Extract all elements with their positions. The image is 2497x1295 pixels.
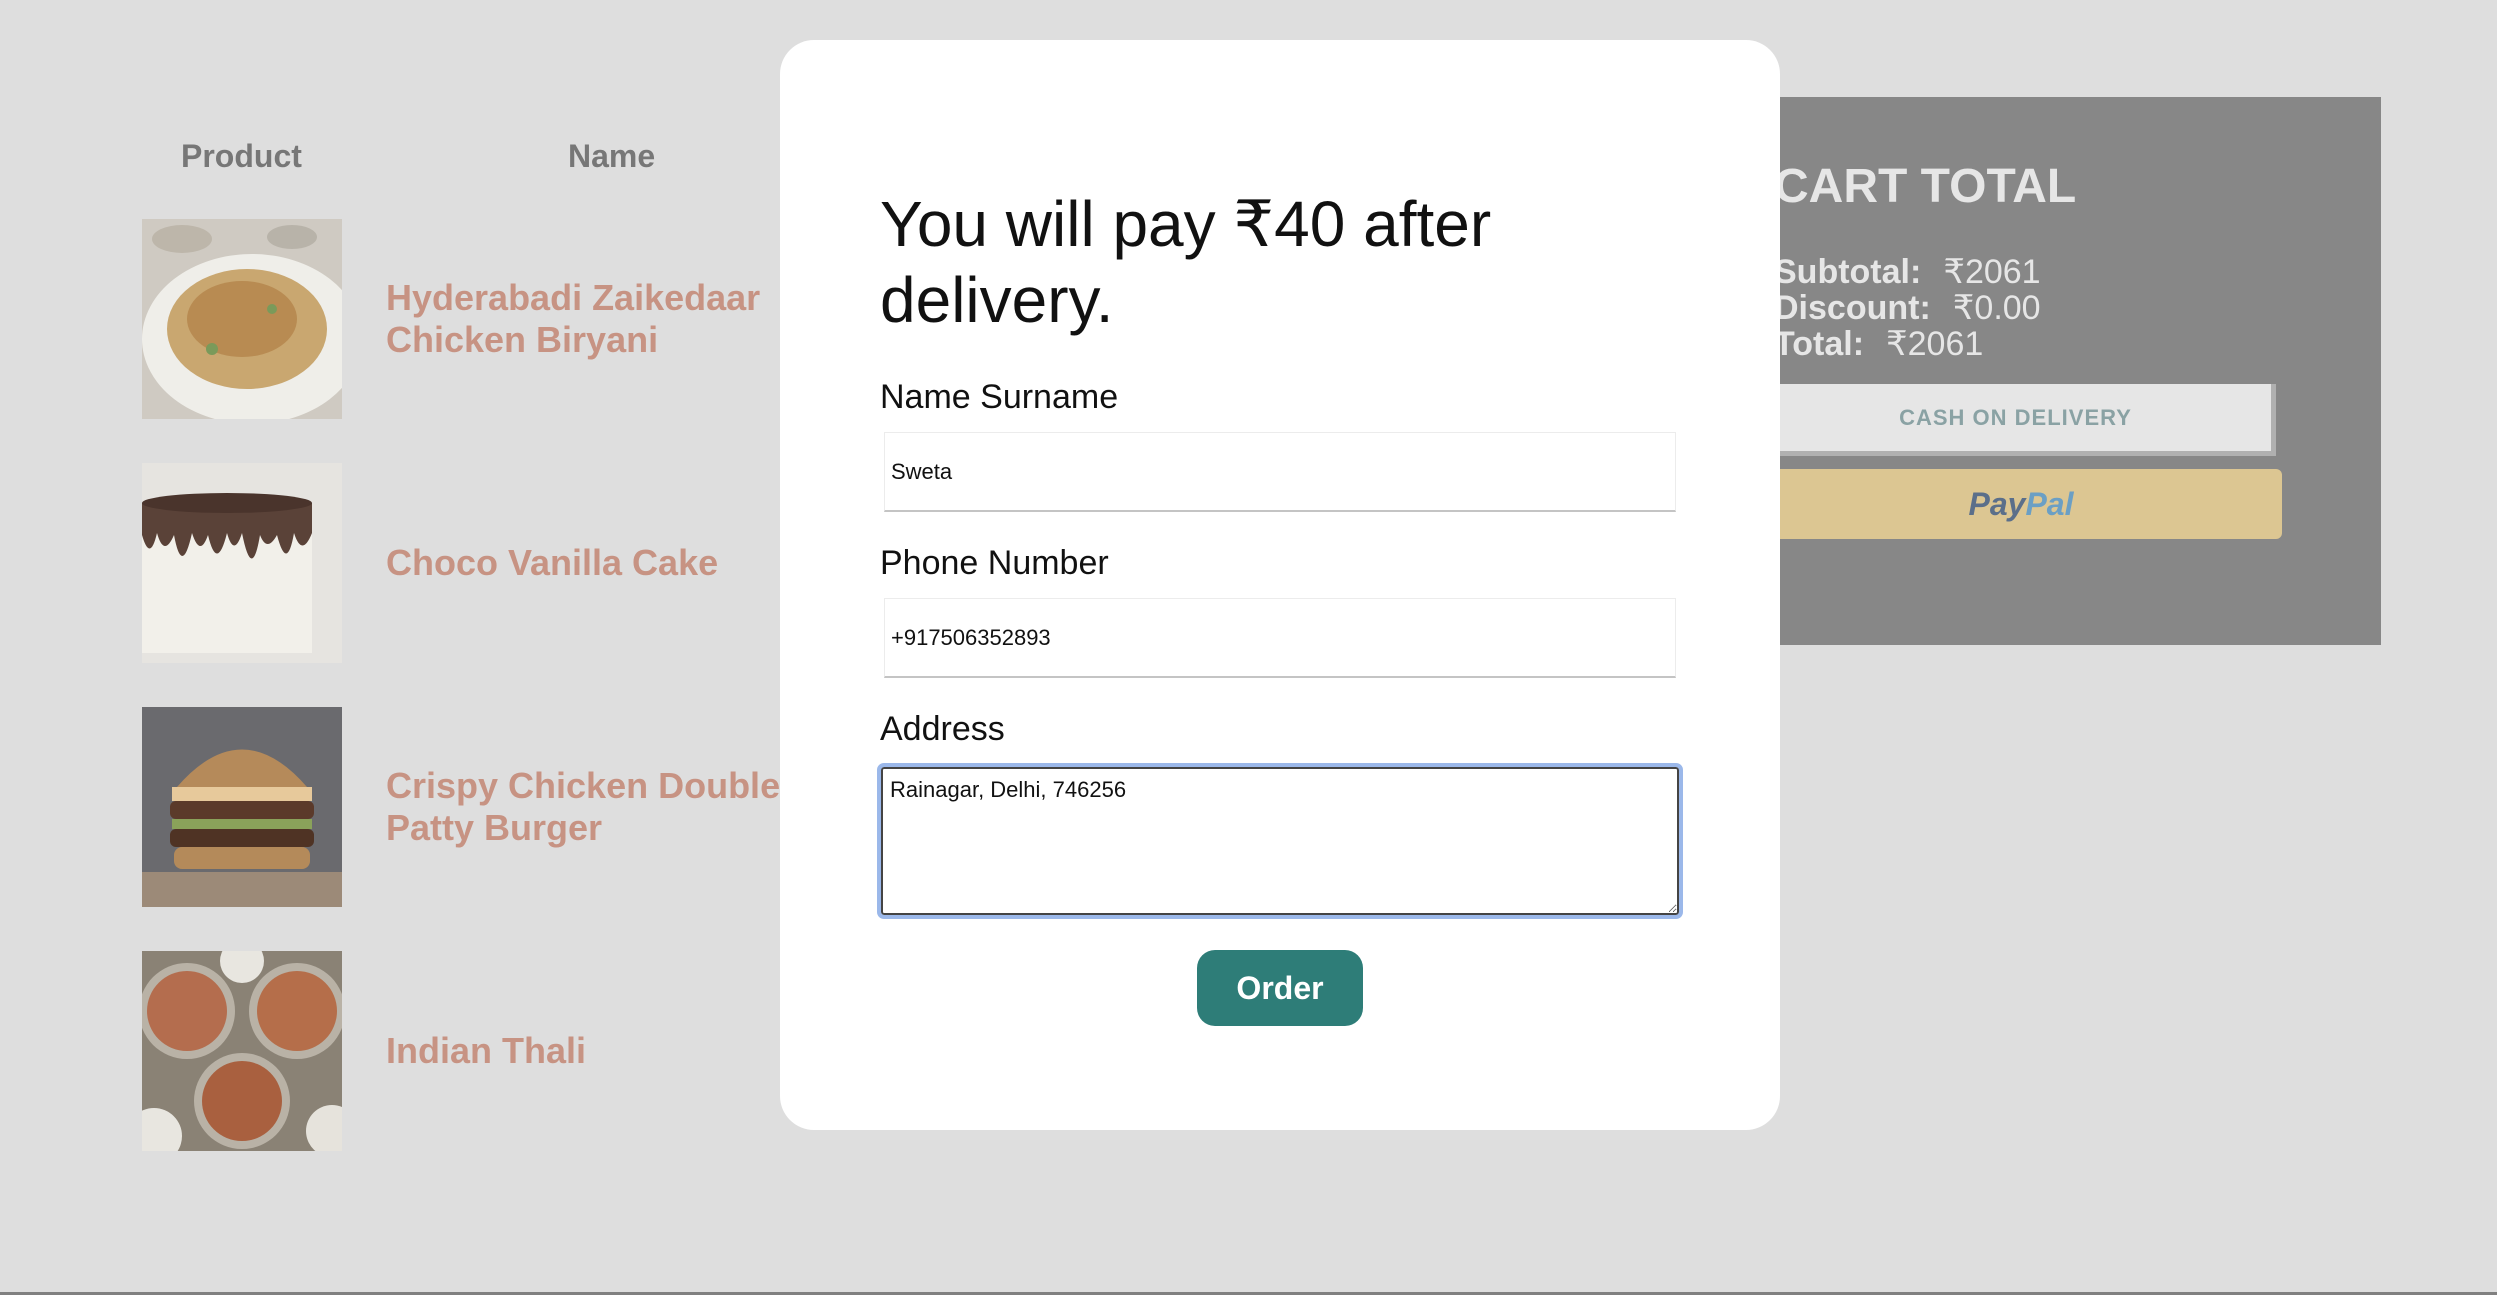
burger-image	[142, 707, 342, 907]
discount-label: Discount:	[1774, 289, 1931, 327]
address-textarea[interactable]: Rainagar, Delhi, 746256	[877, 763, 1683, 919]
cake-image	[142, 463, 342, 663]
product-column-header: Product	[181, 138, 302, 174]
paypal-button[interactable]: Pay Pal	[1760, 469, 2282, 539]
discount-line: Discount: ₹0.00	[1774, 288, 2041, 328]
order-button[interactable]: Order	[1197, 950, 1363, 1026]
modal-title: You will pay ₹40 after delivery.	[880, 188, 1492, 336]
product-name[interactable]: Hyderabadi Zaikedaar Chicken Biryani	[386, 277, 806, 361]
table-row: Crispy Chicken Double Patty Burger	[142, 707, 782, 907]
table-row: Hyderabadi Zaikedaar Chicken Biryani	[142, 219, 782, 419]
biryani-image	[142, 219, 342, 419]
discount-value: ₹0.00	[1952, 289, 2041, 327]
paypal-logo-part2: Pal	[2025, 485, 2074, 522]
phone-number-input[interactable]	[884, 598, 1676, 678]
name-label: Name Surname	[880, 378, 1119, 416]
subtotal-line: Subtotal: ₹2061	[1774, 252, 2041, 292]
name-surname-input[interactable]	[884, 432, 1676, 512]
cart-total-title: CART TOTAL	[1774, 160, 2077, 213]
product-name[interactable]: Crispy Chicken Double Patty Burger	[386, 765, 806, 849]
address-label: Address	[880, 710, 1005, 748]
name-column-header: Name	[568, 138, 656, 174]
product-name[interactable]: Indian Thali	[386, 1030, 806, 1072]
delivery-order-modal: You will pay ₹40 after delivery. Name Su…	[780, 40, 1780, 1130]
phone-label: Phone Number	[880, 544, 1109, 582]
total-value: ₹2061	[1886, 325, 1984, 363]
product-name[interactable]: Choco Vanilla Cake	[386, 542, 806, 584]
thali-image	[142, 951, 342, 1151]
subtotal-label: Subtotal:	[1774, 253, 1922, 291]
cash-on-delivery-button[interactable]: CASH ON DELIVERY	[1760, 384, 2276, 456]
paypal-logo-part1: Pay	[1968, 485, 2026, 522]
total-line: Total: ₹2061	[1774, 324, 1983, 364]
subtotal-value: ₹2061	[1943, 253, 2041, 291]
table-row: Choco Vanilla Cake	[142, 463, 782, 663]
total-label: Total:	[1774, 325, 1865, 363]
table-row: Indian Thali	[142, 951, 782, 1151]
cart-total-panel: CART TOTAL Subtotal: ₹2061 Discount: ₹0.00…	[1760, 97, 2381, 645]
